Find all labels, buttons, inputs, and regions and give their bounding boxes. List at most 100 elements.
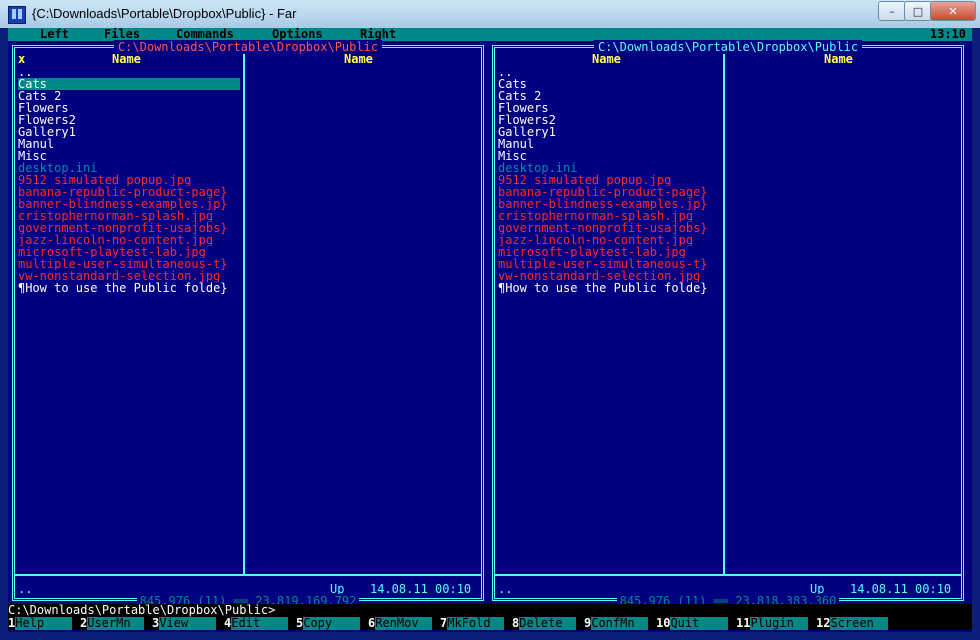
fkey-number: 11 bbox=[736, 616, 751, 630]
right-file-item[interactable]: multiple-user-simultaneous-t} bbox=[498, 258, 724, 270]
fkey-renmov[interactable]: 6RenMov bbox=[368, 616, 433, 630]
left-file-item[interactable]: microsoft-playtest-lab.jpg bbox=[18, 246, 244, 258]
window-title: {C:\Downloads\Portable\Dropbox\Public} -… bbox=[32, 6, 297, 21]
fkey-edit[interactable]: 4Edit bbox=[224, 616, 289, 630]
right-file-item[interactable]: microsoft-playtest-lab.jpg bbox=[498, 246, 724, 258]
left-file-item[interactable]: .. bbox=[18, 66, 244, 78]
left-file-item[interactable]: Flowers bbox=[18, 102, 244, 114]
fkey-number: 1 bbox=[8, 616, 16, 630]
left-file-item[interactable]: Cats_2 bbox=[18, 90, 244, 102]
left-file-item[interactable]: cristophernorman-splash.jpg bbox=[18, 210, 244, 222]
far-app-icon[interactable] bbox=[8, 6, 26, 24]
right-file-item[interactable]: Gallery1 bbox=[498, 126, 724, 138]
left-col2-header[interactable]: Name bbox=[344, 53, 373, 65]
right-file-item[interactable]: Cats bbox=[498, 78, 724, 90]
right-file-item[interactable]: 9512_simulated_popup.jpg bbox=[498, 174, 724, 186]
left-info-name: .. bbox=[18, 582, 33, 596]
left-file-item[interactable]: Flowers2 bbox=[18, 114, 244, 126]
right-file-item[interactable]: banana-republic-product-page} bbox=[498, 186, 724, 198]
right-col2-header[interactable]: Name bbox=[824, 53, 853, 65]
left-file-item[interactable]: ¶How to use the Public folde} bbox=[18, 282, 244, 294]
right-info-name: .. bbox=[498, 582, 513, 596]
clock: 13:10 bbox=[929, 27, 966, 41]
fkey-label: MkFold bbox=[447, 617, 505, 630]
fkey-label: UserMn bbox=[87, 617, 145, 630]
right-file-item[interactable]: desktop.ini bbox=[498, 162, 724, 174]
right-file-item[interactable]: jazz-lincoln-no-content.jpg bbox=[498, 234, 724, 246]
fkey-mkfold[interactable]: 7MkFold bbox=[440, 616, 505, 630]
left-file-item[interactable]: banner-blindness-examples.jp} bbox=[18, 198, 244, 210]
right-file-item[interactable]: government-nonprofit-usajobs} bbox=[498, 222, 724, 234]
left-file-item[interactable]: desktop.ini bbox=[18, 162, 244, 174]
fkey-help[interactable]: 1Help bbox=[8, 616, 73, 630]
fkey-number: 5 bbox=[296, 616, 304, 630]
left-panel-path: C:\Downloads\Portable\Dropbox\Public bbox=[8, 40, 488, 54]
right-panel-path: C:\Downloads\Portable\Dropbox\Public bbox=[488, 40, 968, 54]
right-file-item[interactable]: Cats_2 bbox=[498, 90, 724, 102]
left-file-item[interactable]: Cats bbox=[18, 78, 244, 90]
title-bar[interactable]: {C:\Downloads\Portable\Dropbox\Public} -… bbox=[0, 0, 980, 28]
left-col1-header[interactable]: Name bbox=[112, 53, 141, 65]
right-file-item[interactable]: Flowers bbox=[498, 102, 724, 114]
fkey-number: 10 bbox=[656, 616, 671, 630]
left-file-item[interactable]: banana-republic-product-page} bbox=[18, 186, 244, 198]
left-file-item[interactable]: Manul bbox=[18, 138, 244, 150]
fkey-label: Screen bbox=[830, 617, 889, 630]
left-file-item[interactable]: jazz-lincoln-no-content.jpg bbox=[18, 234, 244, 246]
fkey-label: Help bbox=[15, 617, 73, 630]
right-file-item[interactable]: ¶How to use the Public folde} bbox=[498, 282, 724, 294]
fkey-quit[interactable]: 10Quit bbox=[656, 616, 729, 630]
right-file-item[interactable]: vw-nonstandard-selection.jpg bbox=[498, 270, 724, 282]
left-file-list: .. Cats Cats_2 Flowers Flowers2 Gallery1 Manul… bbox=[18, 66, 244, 294]
fkey-label: Delete bbox=[519, 617, 577, 630]
fkey-number: 9 bbox=[584, 616, 592, 630]
right-file-list: .. Cats Cats_2 Flowers Flowers2 Gallery1 Manul… bbox=[498, 66, 724, 294]
fkey-number: 8 bbox=[512, 616, 520, 630]
fkey-confmn[interactable]: 9ConfMn bbox=[584, 616, 649, 630]
fkey-usermn[interactable]: 2UserMn bbox=[80, 616, 145, 630]
menu-left[interactable]: Left bbox=[40, 28, 69, 41]
fkey-view[interactable]: 3View bbox=[152, 616, 217, 630]
left-panel-path-text: C:\Downloads\Portable\Dropbox\Public bbox=[113, 40, 383, 54]
left-file-item[interactable]: government-nonprofit-usajobs} bbox=[18, 222, 244, 234]
far-console: Left Files Commands Options Right 13:10 … bbox=[8, 28, 972, 632]
left-info-divider bbox=[15, 574, 481, 576]
minimize-button[interactable]: – bbox=[878, 1, 906, 21]
left-file-item[interactable]: Misc bbox=[18, 150, 244, 162]
fkey-number: 3 bbox=[152, 616, 160, 630]
right-panel-path-text: C:\Downloads\Portable\Dropbox\Public bbox=[593, 40, 863, 54]
right-info-date: 14.08.11 00:10 bbox=[850, 582, 952, 596]
fkey-plugin[interactable]: 11Plugin bbox=[736, 616, 809, 630]
left-file-item[interactable]: multiple-user-simultaneous-t} bbox=[18, 258, 244, 270]
right-file-item[interactable]: .. bbox=[498, 66, 724, 78]
maximize-button[interactable]: □ bbox=[904, 1, 932, 21]
left-file-item[interactable]: 9512_simulated_popup.jpg bbox=[18, 174, 244, 186]
left-file-item[interactable]: Gallery1 bbox=[18, 126, 244, 138]
right-panel[interactable]: C:\Downloads\Portable\Dropbox\Public Nam… bbox=[488, 40, 968, 608]
fkey-label: Quit bbox=[670, 617, 729, 630]
right-file-item[interactable]: Misc bbox=[498, 150, 724, 162]
far-window: {C:\Downloads\Portable\Dropbox\Public} -… bbox=[0, 0, 980, 640]
fkey-number: 2 bbox=[80, 616, 88, 630]
fkey-label: RenMov bbox=[375, 617, 433, 630]
close-button[interactable]: ✕ bbox=[930, 1, 976, 21]
right-file-item[interactable]: banner-blindness-examples.jp} bbox=[498, 198, 724, 210]
fkey-label: Edit bbox=[231, 617, 289, 630]
fkey-screen[interactable]: 12Screen bbox=[816, 616, 889, 630]
right-file-item[interactable]: Manul bbox=[498, 138, 724, 150]
fkey-copy[interactable]: 5Copy bbox=[296, 616, 361, 630]
left-panel[interactable]: C:\Downloads\Portable\Dropbox\Public x N… bbox=[8, 40, 488, 608]
left-info-date: 14.08.11 00:10 bbox=[370, 582, 472, 596]
right-file-item[interactable]: Flowers2 bbox=[498, 114, 724, 126]
right-file-item[interactable]: cristophernorman-splash.jpg bbox=[498, 210, 724, 222]
left-file-item[interactable]: vw-nonstandard-selection.jpg bbox=[18, 270, 244, 282]
function-key-bar: 1Help 2UserMn 3View 4Edit 5Copy 6RenMov 7MkFol… bbox=[8, 616, 972, 630]
right-info-divider bbox=[495, 574, 961, 576]
right-col1-header[interactable]: Name bbox=[592, 53, 621, 65]
fkey-delete[interactable]: 8Delete bbox=[512, 616, 577, 630]
fkey-label: ConfMn bbox=[591, 617, 649, 630]
fkey-number: 12 bbox=[816, 616, 831, 630]
fkey-label: Copy bbox=[303, 617, 361, 630]
left-sort-marker[interactable]: x bbox=[18, 53, 25, 65]
fkey-number: 6 bbox=[368, 616, 376, 630]
